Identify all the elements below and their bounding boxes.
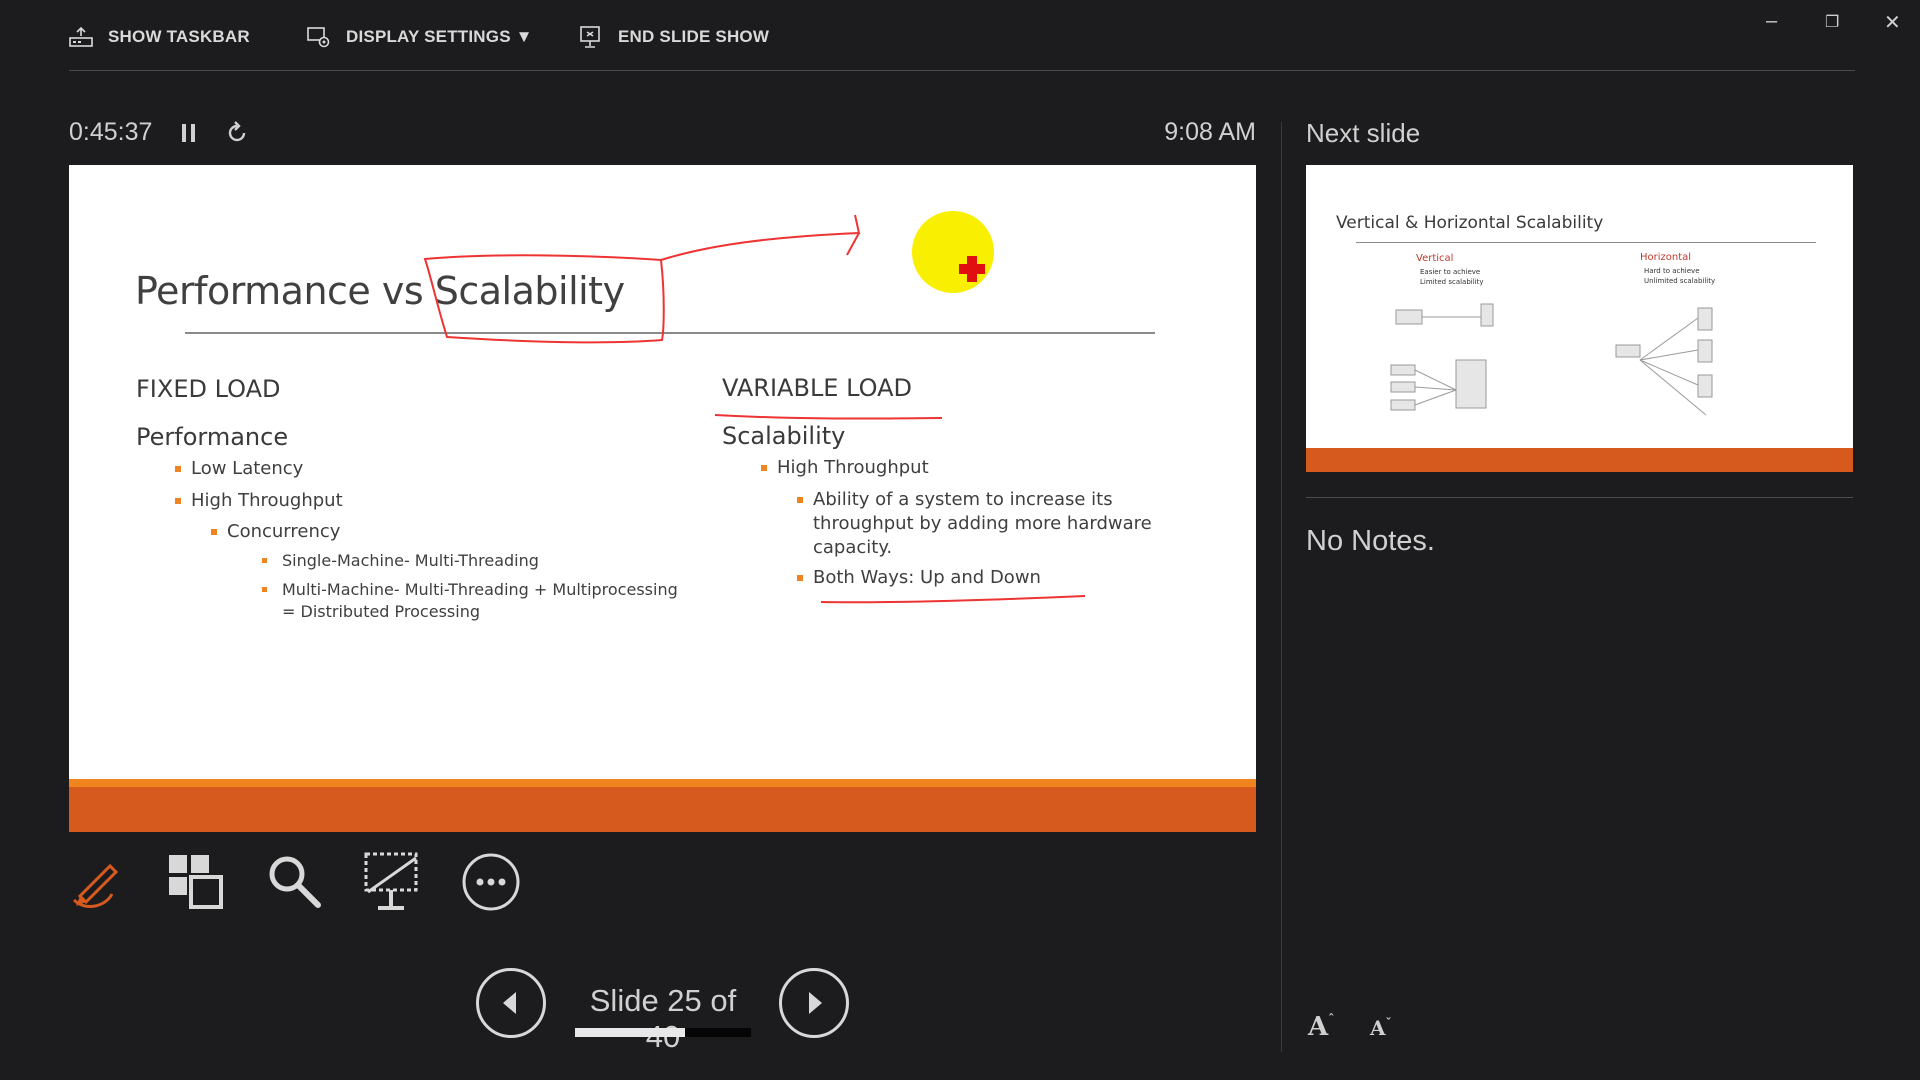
horizontal-bullet: Unlimited scalability [1644, 277, 1716, 285]
taskbar-icon [69, 26, 93, 47]
list-item: Ability of a system to increase its [813, 489, 1113, 510]
more-options-icon[interactable] [459, 850, 523, 914]
current-slide[interactable]: Performance vs Scalability FIXED LOAD Pe… [69, 165, 1256, 832]
black-screen-icon[interactable] [360, 850, 424, 914]
fixed-load-heading: FIXED LOAD [136, 375, 281, 403]
scalability-diagram [1390, 303, 1713, 416]
chevron-right-icon [809, 992, 822, 1014]
bullet [175, 466, 181, 472]
close-icon[interactable]: ✕ [1884, 10, 1901, 35]
end-slide-show-label: END SLIDE SHOW [618, 27, 770, 46]
vertical-heading: Vertical [1416, 253, 1454, 264]
pointer-cross-icon [959, 256, 985, 282]
vertical-bullet: Limited scalability [1420, 278, 1484, 286]
bullet [761, 465, 767, 471]
caret-up-icon: ˆ [1328, 1012, 1335, 1026]
zoom-icon[interactable] [263, 850, 327, 914]
list-item: High Throughput [191, 490, 343, 511]
display-settings-label: DISPLAY SETTINGS ▼ [346, 27, 533, 46]
bullet [797, 497, 803, 503]
restart-timer-icon[interactable] [224, 120, 250, 146]
horizontal-bullet: Hard to achieve [1644, 267, 1700, 275]
next-slide-label: Next slide [1306, 118, 1421, 148]
list-item-continuation: capacity. [813, 537, 893, 558]
notes-divider [1306, 497, 1853, 498]
slide-title: Performance vs Scalability [135, 269, 625, 313]
restore-icon[interactable]: ❐ [1825, 12, 1839, 32]
end-slideshow-icon [580, 26, 600, 48]
bullet [797, 575, 803, 581]
list-item: Both Ways: Up and Down [813, 567, 1041, 588]
chevron-left-icon [503, 992, 516, 1014]
presenter-toolbar: SHOW TASKBAR DISPLAY SETTINGS ▼ END SLID… [0, 0, 1920, 72]
decrease-font-button[interactable]: Aˇ [1370, 1016, 1392, 1040]
see-all-slides-icon[interactable] [164, 850, 228, 914]
toolbar-divider [69, 70, 1855, 71]
bullet [262, 587, 267, 592]
slide-counter: Slide 25 of 40 [589, 983, 737, 1054]
scalability-subheading: Scalability [722, 422, 846, 450]
show-taskbar-button[interactable]: SHOW TASKBAR [68, 24, 250, 50]
list-item: High Throughput [777, 457, 929, 478]
list-item-continuation: = Distributed Processing [282, 602, 480, 621]
next-slide-button[interactable] [779, 968, 849, 1038]
horizontal-heading: Horizontal [1640, 252, 1692, 263]
variable-load-heading: VARIABLE LOAD [722, 374, 912, 402]
caret-down-icon: ˇ [1385, 1016, 1392, 1030]
pen-tool-icon[interactable] [66, 850, 130, 914]
elapsed-timer: 0:45:37 [69, 118, 153, 146]
decrease-font-label: A [1370, 1016, 1386, 1040]
display-settings-button[interactable]: DISPLAY SETTINGS ▼ [306, 24, 533, 50]
slide-accent-stripe [69, 779, 1256, 787]
bullet [211, 529, 217, 535]
minimize-icon[interactable]: – [1766, 10, 1777, 33]
list-item: Concurrency [227, 521, 341, 542]
next-slide-title: Vertical & Horizontal Scalability [1336, 213, 1604, 233]
slide-footer-band [69, 787, 1256, 832]
next-slide-preview[interactable]: Vertical & Horizontal Scalability Vertic… [1306, 165, 1853, 472]
title-underline [185, 332, 1155, 334]
increase-font-button[interactable]: Aˆ [1308, 1012, 1334, 1042]
speaker-notes: No Notes. [1306, 525, 1435, 557]
current-time: 9:08 AM [1164, 118, 1256, 146]
vertical-bullet: Easier to achieve [1420, 268, 1481, 276]
list-item-continuation: throughput by adding more hardware [813, 513, 1152, 534]
show-taskbar-label: SHOW TASKBAR [108, 27, 250, 46]
list-item: Multi-Machine- Multi-Threading + Multipr… [282, 580, 678, 599]
list-item: Single-Machine- Multi-Threading [282, 551, 539, 570]
pane-divider [1281, 122, 1282, 1052]
bullet [175, 498, 181, 504]
slide-progress-bar [575, 1028, 751, 1037]
increase-font-label: A [1308, 1012, 1329, 1042]
performance-subheading: Performance [136, 423, 289, 451]
progress-fill [575, 1028, 685, 1037]
next-slide-footer-band [1306, 448, 1853, 472]
pause-icon[interactable] [178, 120, 200, 146]
display-settings-icon [307, 27, 330, 48]
previous-slide-button[interactable] [476, 968, 546, 1038]
list-item: Low Latency [191, 458, 304, 479]
bullet [262, 558, 267, 563]
end-slide-show-button[interactable]: END SLIDE SHOW [578, 24, 769, 50]
next-slide-title-rule [1356, 242, 1816, 243]
